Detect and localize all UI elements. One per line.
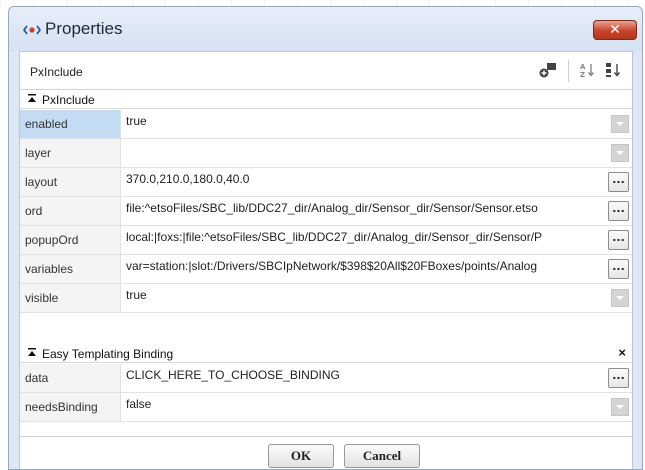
svg-text:Z: Z xyxy=(580,71,585,79)
chevron-down-icon xyxy=(616,151,624,155)
cancel-button[interactable]: Cancel xyxy=(344,444,420,468)
title-bar[interactable]: Properties ✕ xyxy=(9,7,642,51)
property-name: ord xyxy=(20,197,121,225)
property-name: data xyxy=(20,364,121,392)
properties-dialog: Properties ✕ PxInclude A Z PxInclude ena… xyxy=(8,6,643,470)
dropdown-button[interactable] xyxy=(611,144,629,162)
property-value[interactable]: CLICK_HERE_TO_CHOOSE_BINDING xyxy=(126,368,610,382)
property-name: needsBinding xyxy=(20,393,121,421)
property-row-needsbinding[interactable]: needsBinding false xyxy=(20,393,632,422)
property-row-layout[interactable]: layout 370.0,210.0,180.0,40.0 ... xyxy=(20,168,632,197)
property-name: layer xyxy=(20,139,121,167)
property-row-ord[interactable]: ord file:^etsoFiles/SBC_lib/DDC27_dir/An… xyxy=(20,197,632,226)
property-value[interactable]: true xyxy=(126,114,610,128)
ok-button[interactable]: OK xyxy=(268,444,334,468)
ellipsis-button[interactable]: ... xyxy=(608,230,629,250)
toolbar-separator xyxy=(568,60,569,82)
chevron-down-icon xyxy=(616,405,624,409)
property-row-variables[interactable]: variables var=station:|slot:/Drivers/SBC… xyxy=(20,255,632,284)
sort-order-icon xyxy=(604,61,622,82)
property-toolbar: PxInclude A Z xyxy=(20,52,632,90)
add-slot-button[interactable] xyxy=(538,61,560,81)
property-name: popupOrd xyxy=(20,226,121,254)
component-name: PxInclude xyxy=(30,65,83,79)
ellipsis-button[interactable]: ... xyxy=(608,368,629,388)
chevron-down-icon xyxy=(616,122,624,126)
property-value[interactable]: false xyxy=(126,397,610,411)
property-name: layout xyxy=(20,168,121,196)
section-easy-templating-header[interactable]: Easy Templating Binding × xyxy=(20,345,632,363)
ellipsis-button[interactable]: ... xyxy=(608,172,629,192)
property-name: visible xyxy=(20,284,121,312)
property-value[interactable]: local:|foxs:|file:^etsoFiles/SBC_lib/DDC… xyxy=(126,230,610,244)
property-value[interactable]: file:^etsoFiles/SBC_lib/DDC27_dir/Analog… xyxy=(126,201,610,215)
property-row-data[interactable]: data CLICK_HERE_TO_CHOOSE_BINDING ... xyxy=(20,364,632,393)
sort-order-button[interactable] xyxy=(602,61,624,81)
property-row-layer[interactable]: layer xyxy=(20,139,632,168)
section-pxinclude-header[interactable]: PxInclude xyxy=(20,91,632,109)
dropdown-button[interactable] xyxy=(611,115,629,133)
ellipsis-button[interactable]: ... xyxy=(608,259,629,279)
property-sheet: PxInclude A Z PxInclude enabled true lay… xyxy=(19,51,633,469)
property-value[interactable]: true xyxy=(126,288,610,302)
property-row-visible[interactable]: visible true xyxy=(20,284,632,313)
section-label: PxInclude xyxy=(42,93,95,107)
chevron-down-icon xyxy=(616,296,624,300)
component-icon xyxy=(23,24,41,36)
collapse-icon[interactable] xyxy=(27,93,37,106)
remove-section-icon[interactable]: × xyxy=(618,345,626,360)
add-slot-icon xyxy=(539,61,559,82)
svg-text:A: A xyxy=(580,63,586,71)
ellipsis-button[interactable]: ... xyxy=(608,201,629,221)
property-value[interactable]: var=station:|slot:/Drivers/SBCIpNetwork/… xyxy=(126,259,610,273)
dropdown-button[interactable] xyxy=(611,398,629,416)
section-label: Easy Templating Binding xyxy=(42,347,174,361)
close-button[interactable]: ✕ xyxy=(593,20,637,40)
property-value[interactable]: 370.0,210.0,180.0,40.0 xyxy=(126,172,610,186)
property-row-enabled[interactable]: enabled true xyxy=(20,110,632,139)
sort-alphabetical-button[interactable]: A Z xyxy=(576,61,598,81)
close-icon: ✕ xyxy=(609,22,621,38)
collapse-icon[interactable] xyxy=(27,347,37,360)
dropdown-button[interactable] xyxy=(611,289,629,307)
window-title: Properties xyxy=(45,19,123,38)
footer-separator xyxy=(20,436,632,437)
property-name: variables xyxy=(20,255,121,283)
property-row-popupord[interactable]: popupOrd local:|foxs:|file:^etsoFiles/SB… xyxy=(20,226,632,255)
sort-az-icon: A Z xyxy=(578,61,596,82)
property-name: enabled xyxy=(20,110,121,138)
